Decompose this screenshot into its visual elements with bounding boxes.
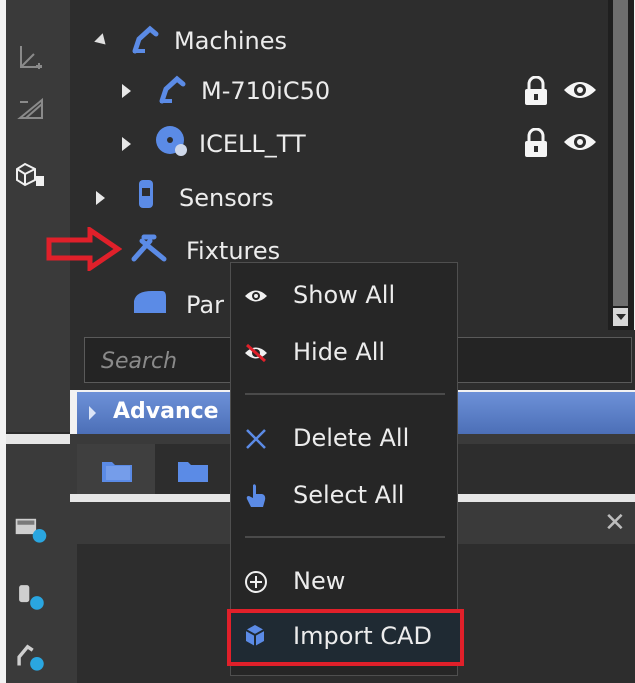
tree-item-label: Par <box>186 291 224 319</box>
left-toolbar <box>6 0 70 683</box>
menu-item-label: Hide All <box>293 338 386 366</box>
close-x-icon <box>243 426 269 452</box>
expanded-caret-icon[interactable] <box>94 33 110 49</box>
annotation-arrow-icon <box>46 227 122 271</box>
sensor-sphere-icon[interactable] <box>14 580 48 614</box>
menu-item-label: Delete All <box>293 424 410 452</box>
tree-item-sensors[interactable]: Sensors <box>96 175 274 221</box>
tree-item-icell-tt[interactable]: ICELL_TT <box>122 121 306 167</box>
scrollbar-thumb[interactable] <box>613 0 628 306</box>
robot-sphere-icon[interactable] <box>14 640 48 674</box>
robot-arm-icon <box>157 71 191 111</box>
menu-item-label: Show All <box>293 281 396 309</box>
app-window: Machines M-710iC50 ICELL_TT Sensors Fixt… <box>0 0 635 683</box>
collapsed-caret-icon[interactable] <box>96 191 105 205</box>
robot-arm-icon <box>130 21 164 61</box>
expand-caret-icon[interactable] <box>89 406 96 420</box>
menu-item-delete-all[interactable]: Delete All <box>231 416 457 462</box>
menu-item-label: Select All <box>293 481 405 509</box>
tree-scrollbar[interactable] <box>608 0 634 330</box>
collapsed-caret-icon[interactable] <box>122 84 131 98</box>
turntable-icon <box>155 124 189 164</box>
eye-off-icon <box>243 340 269 366</box>
tree-item-label: Fixtures <box>186 237 281 265</box>
tree-item-label: ICELL_TT <box>199 130 306 158</box>
menu-item-label: New <box>293 567 346 595</box>
folder-icon[interactable] <box>100 456 134 488</box>
tree-item-machines[interactable]: Machines <box>94 18 287 64</box>
tree-item-label: Machines <box>174 27 287 55</box>
eye-icon[interactable] <box>562 78 598 106</box>
cell-browser-icon[interactable] <box>14 512 48 546</box>
menu-item-show-all[interactable]: Show All <box>231 273 457 319</box>
tree-item-m-710ic50[interactable]: M-710iC50 <box>122 68 330 114</box>
lock-icon[interactable] <box>522 75 550 110</box>
measure-tool-icon[interactable] <box>14 92 48 126</box>
hand-pointer-icon <box>243 483 269 509</box>
menu-item-select-all[interactable]: Select All <box>231 473 457 519</box>
menu-item-import-cad[interactable]: Import CAD <box>227 609 464 666</box>
eye-icon[interactable] <box>562 130 598 158</box>
folder-icon[interactable] <box>176 456 210 488</box>
axis-tool-icon[interactable] <box>14 40 48 74</box>
lock-icon[interactable] <box>522 127 550 162</box>
advanced-label: Advance <box>113 399 219 424</box>
tree-item-parts[interactable]: Par <box>132 282 224 328</box>
sensor-icon <box>133 178 163 218</box>
tree-item-label: Sensors <box>179 184 274 212</box>
fixture-icon <box>130 231 168 271</box>
cell-objects-icon[interactable] <box>14 158 48 192</box>
eye-icon <box>243 283 269 309</box>
search-input[interactable] <box>99 344 213 378</box>
tree-item-label: M-710iC50 <box>201 77 331 105</box>
part-icon <box>132 287 168 323</box>
plus-circle-icon <box>243 569 269 595</box>
scroll-down-button[interactable] <box>613 308 628 326</box>
menu-item-label: Import CAD <box>293 622 432 650</box>
import-cad-icon <box>243 623 267 653</box>
collapsed-caret-icon[interactable] <box>122 137 131 151</box>
close-x-icon[interactable]: ✕ <box>604 508 626 538</box>
menu-item-new[interactable]: New <box>231 559 457 605</box>
menu-item-hide-all[interactable]: Hide All <box>231 330 457 376</box>
divider <box>6 434 70 444</box>
